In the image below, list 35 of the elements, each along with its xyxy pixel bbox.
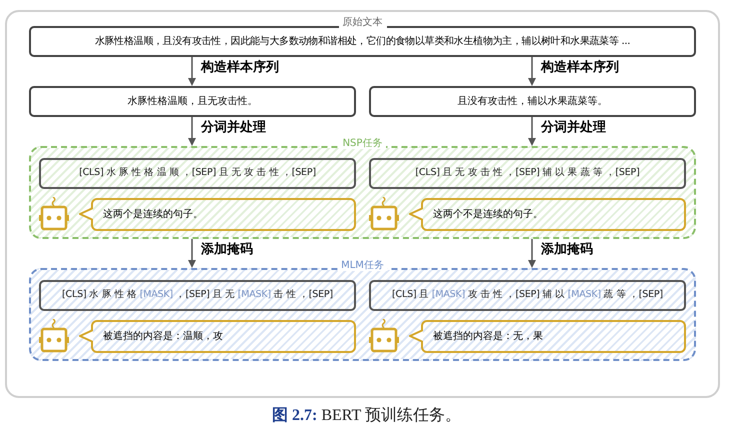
down-arrow-icon bbox=[187, 239, 197, 268]
speech-bubble: 这两个是连续的句子。 bbox=[91, 198, 356, 230]
down-arrow-icon bbox=[187, 57, 197, 86]
token-sequence: [CLS] 水 豚 性 格 [MASK] ，[SEP] 且 无 [MASK] 击 性 ，[SEP] bbox=[62, 288, 333, 302]
bubble-tail-icon bbox=[79, 207, 93, 221]
bubble-tail-icon bbox=[409, 207, 423, 221]
token-sequence: [CLS] 水 豚 性 格 温 顺 ，[SEP] 且 无 攻 击 性 ，[SEP] bbox=[79, 166, 316, 180]
down-arrow-icon bbox=[187, 117, 197, 146]
step-label: 添加掩码 bbox=[541, 243, 593, 256]
down-arrow-icon bbox=[527, 239, 537, 268]
step-label: 构造样本序列 bbox=[201, 61, 279, 74]
box-label: 原始文本 bbox=[338, 18, 386, 28]
bubble-tail-icon bbox=[409, 329, 423, 343]
speech-bubble: 被遮挡的内容是：温顺，攻 bbox=[91, 320, 356, 352]
down-arrow-icon bbox=[527, 57, 537, 86]
token-sequence: [CLS] 且 无 攻 击 性 ，[SEP] 辅 以 果 蔬 等 ，[SEP] bbox=[415, 166, 640, 180]
speech-bubble: 被遮挡的内容是：无，果 bbox=[421, 320, 686, 352]
sample-text: 且没有攻击性，辅以水果蔬菜等。 bbox=[458, 94, 608, 109]
sample-text: 水豚性格温顺，且无攻击性。 bbox=[128, 94, 258, 109]
speech-bubble: 这两个不是连续的句子。 bbox=[421, 198, 686, 230]
figure-caption: 图 2.7: BERT 预训练任务。 bbox=[271, 406, 462, 426]
bubble-tail-icon bbox=[79, 329, 93, 343]
step-label: 构造样本序列 bbox=[541, 61, 619, 74]
source-text: 水豚性格温顺，且没有攻击性，因此能与大多数动物和谐相处，它们的食物以草类和水生植物为主，辅以树叶和水果蔬菜等 ... bbox=[94, 34, 630, 49]
step-label: 分词并处理 bbox=[541, 121, 606, 134]
robot-icon bbox=[369, 197, 399, 231]
robot-icon bbox=[39, 197, 69, 231]
panel-label: MLM任务 bbox=[337, 261, 388, 271]
step-label: 分词并处理 bbox=[201, 121, 266, 134]
step-label: 添加掩码 bbox=[201, 243, 253, 256]
token-sequence: [CLS] 且 [MASK] 攻 击 性 ，[SEP] 辅 以 [MASK] 蔬 等 ，[SEP] bbox=[392, 288, 663, 302]
panel-label: NSP任务 bbox=[338, 139, 386, 149]
down-arrow-icon bbox=[527, 117, 537, 146]
robot-icon bbox=[39, 319, 69, 353]
robot-icon bbox=[369, 319, 399, 353]
